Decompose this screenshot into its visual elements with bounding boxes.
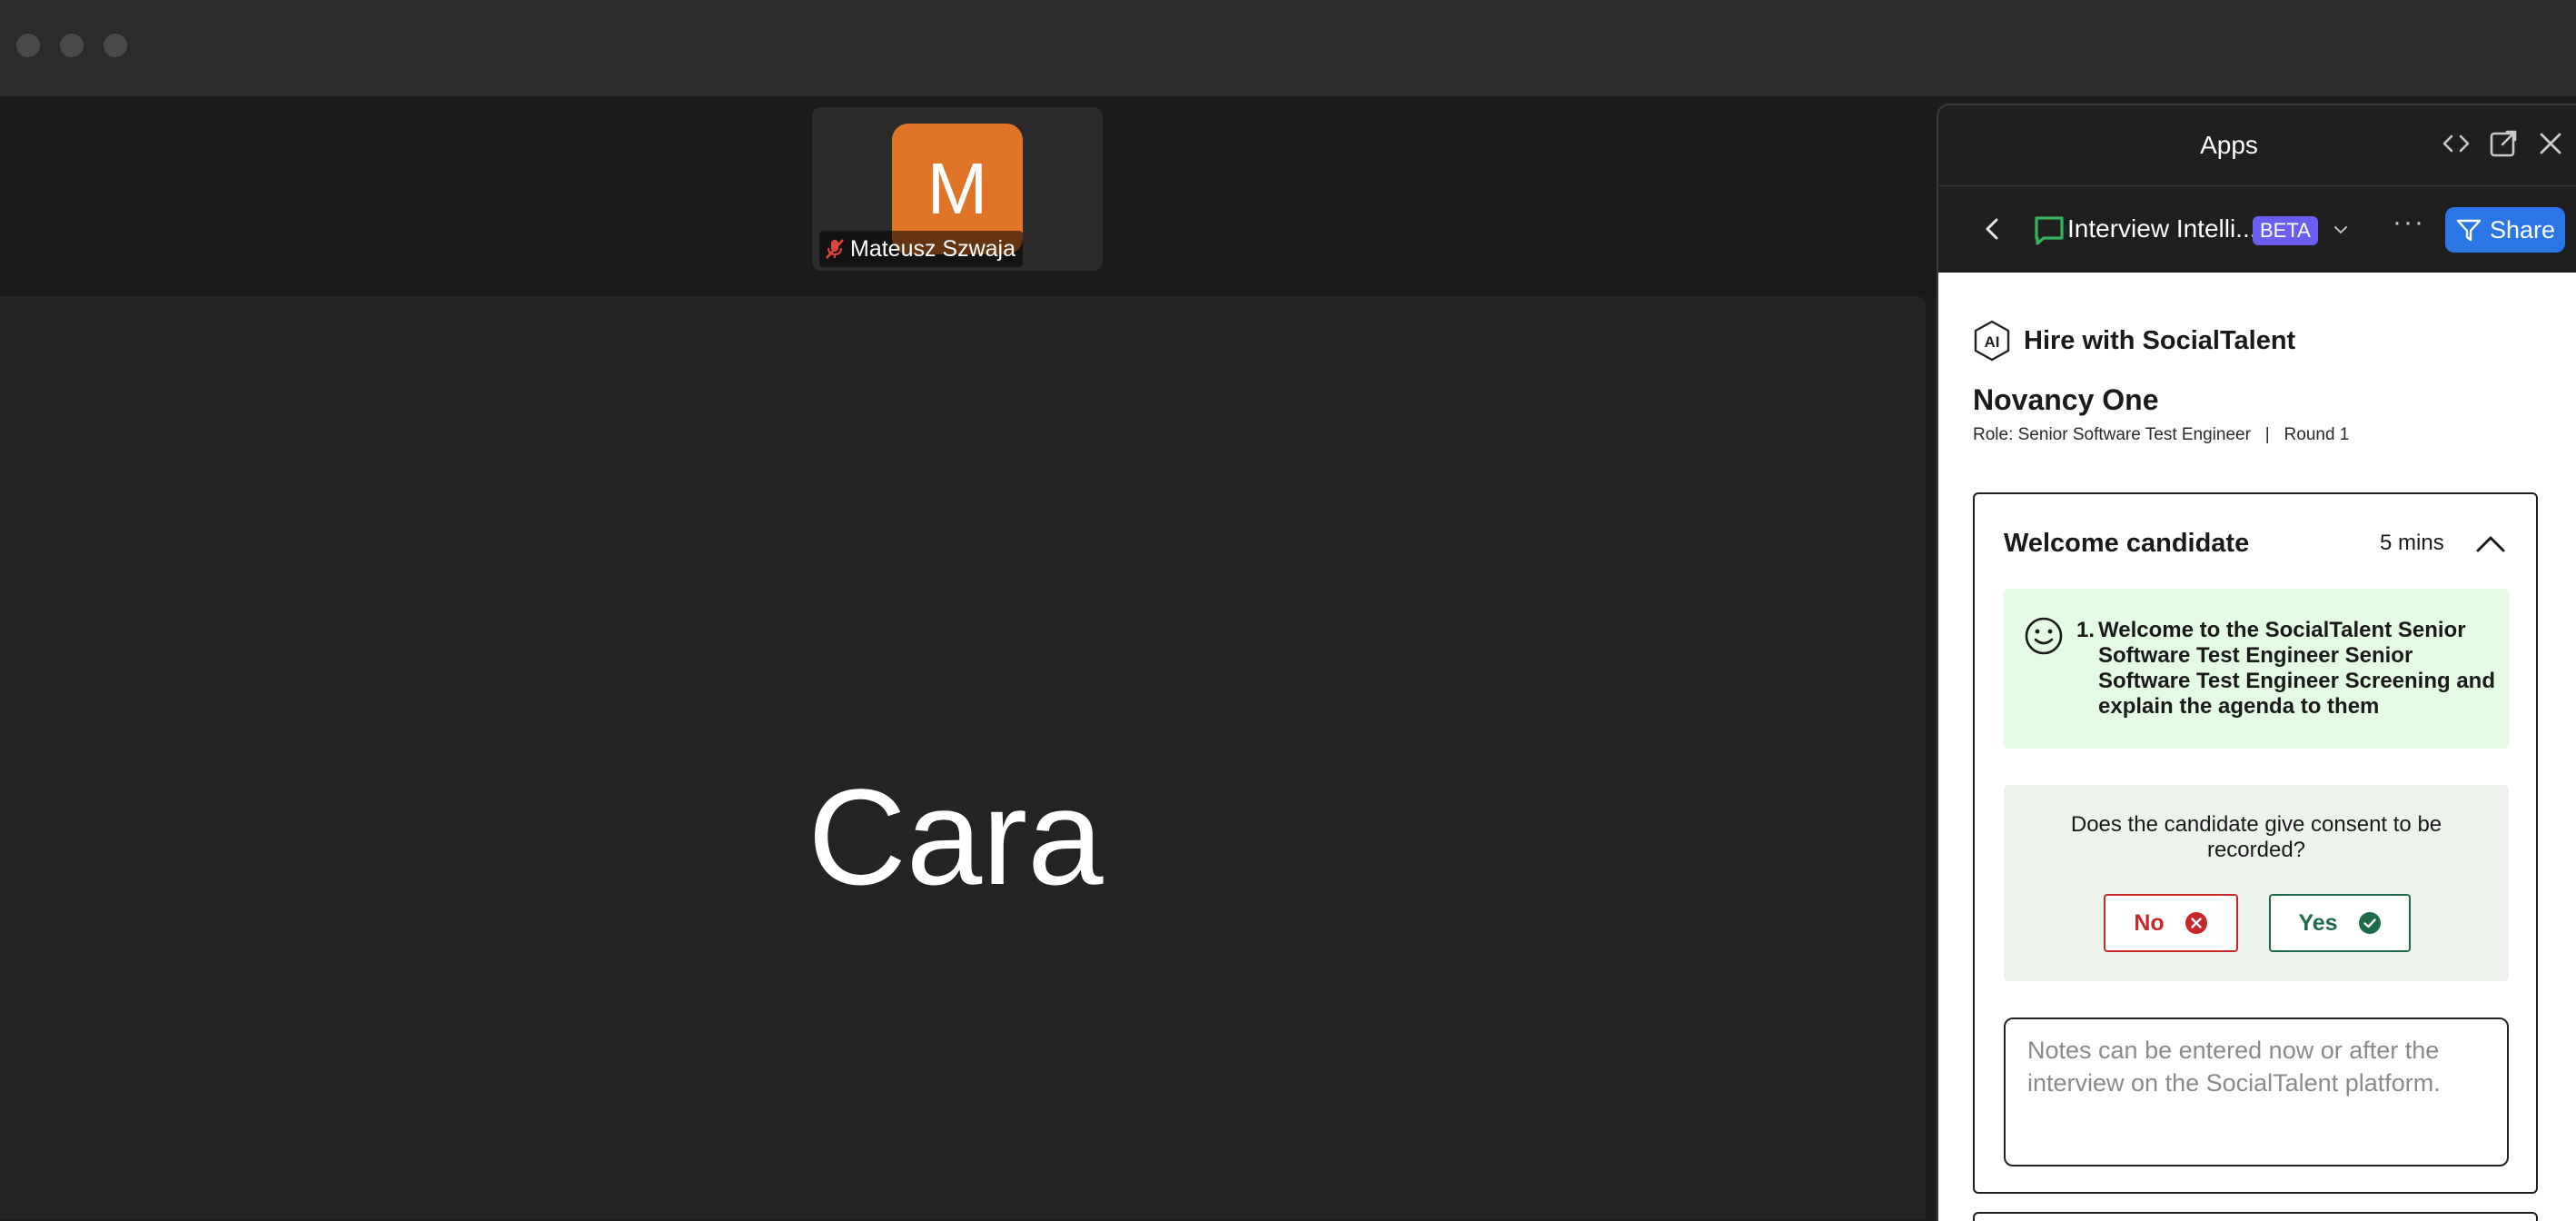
question-card: 1. Welcome to the SocialTalent Senior So… — [2004, 589, 2509, 749]
share-label: Share — [2489, 215, 2556, 243]
svg-text:AI: AI — [1985, 333, 2000, 351]
minimize-window-button[interactable] — [60, 34, 84, 57]
x-circle-icon — [2185, 912, 2207, 934]
apps-panel-title: Apps — [2200, 131, 2258, 159]
welcome-section-card: Welcome candidate 5 mins 1. Welcome to t… — [1973, 492, 2538, 1194]
consent-question: Does the candidate give consent to be re… — [2070, 812, 2442, 862]
more-options-button[interactable]: ··· — [2393, 207, 2425, 238]
close-window-button[interactable] — [16, 34, 40, 57]
apps-panel: Apps Interview Intelli... BETA ··· Share… — [1937, 104, 2576, 1221]
window-titlebar — [0, 0, 2576, 97]
question-text: Welcome to the SocialTalent Senior Softw… — [2098, 618, 2495, 719]
participant-name: Mateusz Szwaja — [850, 235, 1016, 262]
notes-textarea[interactable] — [2004, 1018, 2509, 1166]
interview-app-icon — [2035, 216, 2064, 245]
share-button[interactable]: Share — [2445, 207, 2565, 253]
question-number: 1. — [2076, 618, 2095, 642]
code-icon[interactable] — [2440, 127, 2472, 160]
participant-thumbnail[interactable]: M Mateusz Szwaja — [812, 107, 1103, 271]
back-chevron-icon[interactable] — [1977, 213, 2009, 245]
section-title: Welcome candidate — [2004, 529, 2250, 558]
ai-logo-icon: AI — [1974, 320, 2010, 362]
company-name: Novancy One — [1973, 383, 2159, 416]
mic-muted-icon — [826, 239, 844, 259]
filter-icon — [2456, 219, 2482, 242]
brand-name: Hire with SocialTalent — [2024, 325, 2296, 355]
app-toolbar: Interview Intelli... BETA ··· Share — [1938, 185, 2576, 273]
close-icon[interactable] — [2534, 127, 2567, 160]
participant-name-tag: Mateusz Szwaja — [819, 231, 1024, 267]
role-line: Role: Senior Software Test Engineer | Ro… — [1973, 425, 2350, 444]
zoom-window-button[interactable] — [104, 34, 127, 57]
yes-label: Yes — [2298, 909, 2338, 936]
chevron-up-icon[interactable] — [2474, 527, 2507, 560]
next-section-card — [1973, 1212, 2538, 1221]
app-name[interactable]: Interview Intelli... — [2067, 214, 2257, 243]
consent-no-button[interactable]: No — [2104, 894, 2238, 952]
brand-header: AI Hire with SocialTalent — [1973, 320, 2295, 362]
beta-badge: BETA — [2253, 216, 2318, 245]
chevron-down-icon[interactable] — [2329, 218, 2353, 242]
smiley-icon — [2025, 617, 2063, 655]
no-label: No — [2134, 909, 2165, 936]
consent-yes-button[interactable]: Yes — [2269, 894, 2411, 952]
apps-panel-header: Apps — [1938, 105, 2576, 186]
section-duration: 5 mins — [2380, 531, 2444, 555]
check-circle-icon — [2358, 912, 2381, 934]
pop-out-icon[interactable] — [2487, 127, 2520, 160]
speaker-name: Cara — [807, 760, 1104, 913]
consent-card: Does the candidate give consent to be re… — [2004, 785, 2509, 981]
main-video-tile[interactable]: Cara — [0, 296, 1926, 1219]
interview-content: AI Hire with SocialTalent Novancy One Ro… — [1938, 273, 2576, 1221]
